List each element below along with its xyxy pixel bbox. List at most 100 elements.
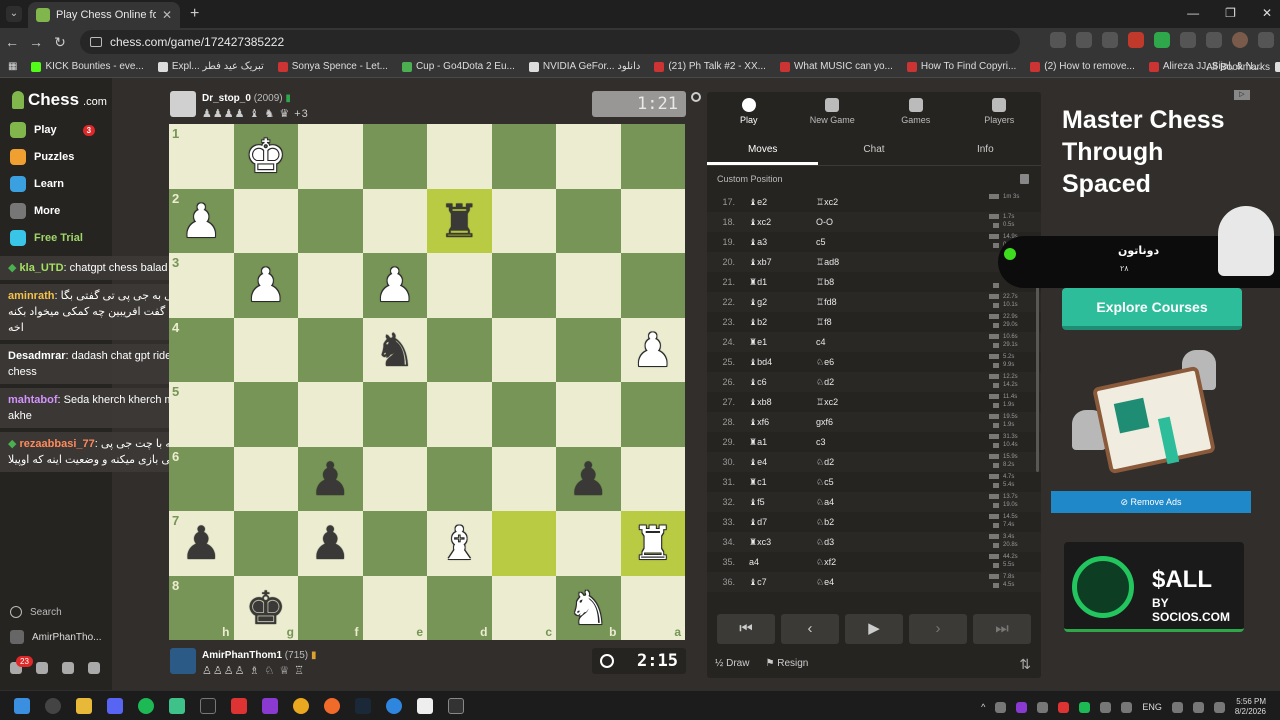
bookmark-star-icon[interactable] [1076, 32, 1092, 48]
square-f3[interactable] [298, 253, 363, 318]
black-move[interactable]: ♖xc2 [816, 397, 838, 408]
opponent-name-line[interactable]: Dr_stop_0 (2009) ▮ [202, 93, 291, 104]
windows-start-icon[interactable] [14, 698, 30, 714]
black-move[interactable]: ♘e4 [816, 577, 834, 588]
restore-icon[interactable]: ❐ [1225, 6, 1236, 20]
square-d5[interactable] [427, 382, 492, 447]
white-move[interactable]: ♜c1 [749, 477, 767, 488]
square-g2[interactable] [233, 188, 298, 253]
square-g5[interactable] [233, 382, 298, 447]
square-c2[interactable] [491, 188, 556, 253]
square-a5[interactable] [620, 382, 685, 447]
square-f5[interactable] [298, 382, 363, 447]
square-d6[interactable] [427, 446, 492, 511]
square-h1[interactable]: 1 [169, 124, 234, 189]
apps-icon[interactable]: ▦ [8, 61, 17, 72]
messages-icon[interactable] [36, 662, 48, 674]
new-tab-button[interactable]: + [190, 5, 199, 23]
bookmark-item[interactable]: Cup - Go4Dota 2 Eu... [401, 61, 515, 72]
resign-button[interactable]: ⚑ Resign [765, 658, 808, 669]
app-icon[interactable] [169, 698, 185, 714]
square-d2[interactable]: ♜ [427, 188, 492, 253]
sidebar-item-free-trial[interactable]: Free Trial [10, 230, 83, 246]
black-move[interactable]: ♘c5 [816, 477, 834, 488]
white-move[interactable]: ♝b2 [749, 317, 767, 328]
minimize-icon[interactable]: — [1187, 6, 1199, 20]
app-icon[interactable] [262, 698, 278, 714]
black-king-piece[interactable]: ♚ [245, 585, 286, 631]
black-move[interactable]: gxf6 [816, 417, 833, 427]
white-move[interactable]: ♝e4 [749, 457, 767, 468]
square-a2[interactable] [620, 188, 685, 253]
bookmark-item[interactable]: (21) Ph Talk #2 - XX... [654, 61, 766, 72]
square-h4[interactable]: 4 [169, 317, 234, 382]
square-g3[interactable]: ♟ [233, 253, 298, 318]
all-bookmarks-button[interactable]: All Bookmarks [1206, 62, 1270, 73]
app-icon[interactable] [200, 698, 216, 714]
square-g1[interactable]: ♚ [233, 124, 298, 189]
opponent-name[interactable]: Dr_stop_0 [202, 93, 251, 104]
square-a7[interactable]: ♜ [620, 511, 685, 576]
trash-icon[interactable] [1020, 174, 1029, 184]
first-move-button[interactable]: ⏮ [717, 614, 775, 644]
url-text[interactable]: chess.com/game/172427385222 [110, 35, 284, 49]
app-icon[interactable] [231, 698, 247, 714]
tray-app-icon[interactable] [995, 701, 1007, 713]
opponent-avatar[interactable] [170, 91, 196, 117]
browser-tab-active[interactable]: Play Chess Online for FREE - 2 P ✕ [28, 2, 180, 28]
bookmark-item[interactable]: NVIDIA GeFor... دانلود [528, 61, 640, 72]
black-move[interactable]: ♘d2 [816, 377, 834, 388]
square-g7[interactable] [233, 511, 298, 576]
white-move[interactable]: ♝bd4 [749, 357, 772, 368]
spotify-icon[interactable] [138, 698, 154, 714]
bookmark-item[interactable]: What MUSIC can yo... [779, 61, 893, 72]
square-f2[interactable] [298, 188, 363, 253]
extension-icon[interactable] [1154, 32, 1170, 48]
black-pawn-piece[interactable]: ♟ [310, 456, 351, 502]
square-c7[interactable] [491, 511, 556, 576]
next-move-button[interactable]: › [909, 614, 967, 644]
black-move[interactable]: O-O [816, 217, 833, 227]
white-move[interactable]: ♝c6 [749, 377, 767, 388]
player-name-line[interactable]: AmirPhanThom1 (715) ▮ [202, 650, 316, 661]
black-move[interactable]: c5 [816, 237, 826, 247]
square-d7[interactable]: ♝ [427, 511, 492, 576]
black-move[interactable]: ♘a4 [816, 497, 834, 508]
black-move[interactable]: ♘e6 [816, 357, 834, 368]
battery-icon[interactable] [1213, 701, 1225, 713]
square-g6[interactable] [233, 446, 298, 511]
file-explorer-icon[interactable] [76, 698, 92, 714]
settings-gear-icon[interactable] [88, 662, 100, 674]
tray-app-icon[interactable] [1037, 701, 1049, 713]
tray-app-icon[interactable] [1058, 701, 1070, 713]
bookmark-item[interactable]: KICK Bounties - eve... [31, 61, 144, 72]
discord-icon[interactable] [107, 698, 123, 714]
square-f7[interactable]: ♟ [298, 511, 363, 576]
black-move[interactable]: ♘xf2 [816, 557, 836, 568]
black-move[interactable]: ♖xc2 [816, 197, 838, 208]
square-c1[interactable] [491, 124, 556, 189]
white-move[interactable]: ♜d1 [749, 277, 767, 288]
bookmark-item[interactable]: Expl... تبریک عید فطر [157, 61, 264, 72]
white-pawn-piece[interactable]: ♟ [181, 198, 222, 244]
square-d3[interactable] [427, 253, 492, 318]
extension-icon[interactable] [1102, 32, 1118, 48]
black-knight-piece[interactable]: ♞ [374, 327, 415, 373]
back-icon[interactable]: ← [0, 34, 24, 50]
white-move[interactable]: ♜xc3 [749, 537, 771, 548]
black-move[interactable]: c3 [816, 437, 826, 447]
chess-logo[interactable]: Chess .com [12, 90, 107, 110]
square-e8[interactable]: e [362, 575, 427, 640]
square-h8[interactable]: 8h [169, 575, 234, 640]
cast-icon[interactable] [1050, 32, 1066, 48]
black-move[interactable]: c4 [816, 337, 826, 347]
bookmark-item[interactable]: فروشگاه اینترنتی ایلا... [1275, 61, 1280, 72]
square-e5[interactable] [362, 382, 427, 447]
sidebar-search[interactable]: Search [10, 606, 101, 618]
square-e2[interactable] [362, 188, 427, 253]
square-d4[interactable] [427, 317, 492, 382]
white-knight-piece[interactable]: ♞ [568, 585, 609, 631]
square-b3[interactable] [556, 253, 621, 318]
square-b4[interactable] [556, 317, 621, 382]
clock-tray[interactable]: 5:56 PM 8/2/2026 [1235, 697, 1266, 717]
